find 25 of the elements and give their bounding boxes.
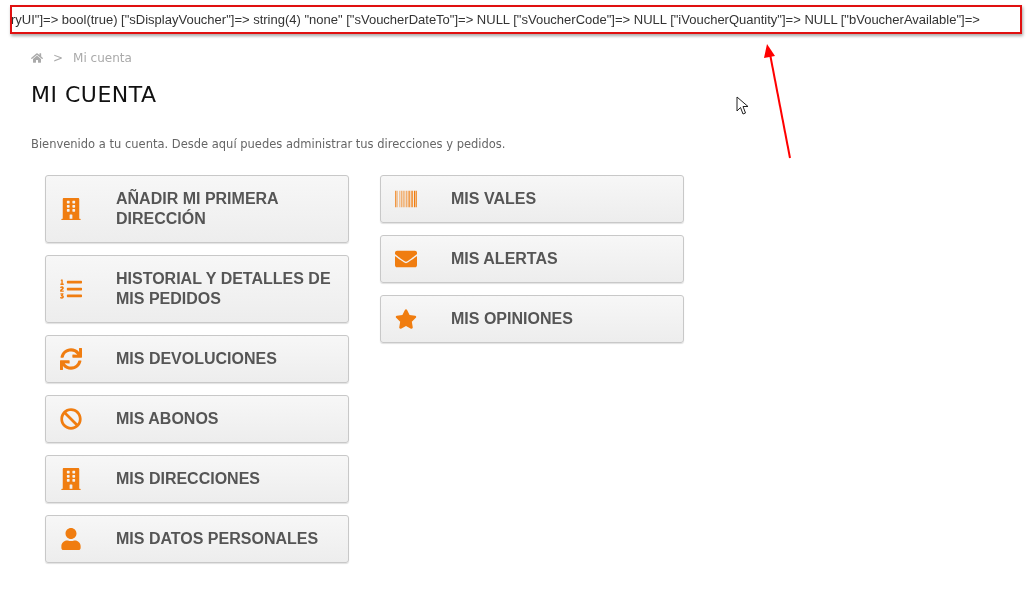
page-title: MI CUENTA [31, 82, 157, 107]
building-icon [60, 198, 82, 220]
ban-icon [60, 408, 82, 430]
account-link-button[interactable]: MIS DIRECCIONES [45, 455, 349, 503]
envelope-icon [395, 248, 417, 270]
welcome-text: Bienvenido a tu cuenta. Desde aquí puedes administrar tus direcciones y pedidos. [31, 137, 507, 151]
breadcrumb-separator: > [53, 51, 64, 65]
building-icon [60, 468, 82, 490]
refresh-icon [60, 348, 82, 370]
account-link-button[interactable]: MIS ALERTAS [380, 235, 684, 283]
account-link-button[interactable]: HISTORIAL Y DETALLES DE MIS PEDIDOS [45, 255, 349, 323]
list-icon [60, 278, 82, 300]
account-link-button[interactable]: MIS OPINIONES [380, 295, 684, 343]
barcode-icon [395, 188, 417, 210]
account-link-button[interactable]: AÑADIR MI PRIMERA DIRECCIÓN [45, 175, 349, 243]
debug-output: ryUI"]=> bool(true) ["sDisplayVoucher"]=> string(4) "none" ["sVoucherDateTo"]=> NULL ["sVoucherCode"]=> NULL ["iVoucherQuantity"]=> NULL ["bVoucherAvailable"]=> [12, 12, 980, 27]
mouse-cursor-icon [736, 96, 750, 116]
breadcrumb-current: Mi cuenta [73, 51, 132, 65]
account-link-button[interactable]: MIS VALES [380, 175, 684, 223]
star-icon [395, 308, 417, 330]
account-link-button[interactable]: MIS DEVOLUCIONES [45, 335, 349, 383]
user-icon [60, 528, 82, 550]
home-icon[interactable] [31, 52, 43, 64]
account-link-button[interactable]: MIS ABONOS [45, 395, 349, 443]
account-link-button[interactable]: MIS DATOS PERSONALES [45, 515, 349, 563]
